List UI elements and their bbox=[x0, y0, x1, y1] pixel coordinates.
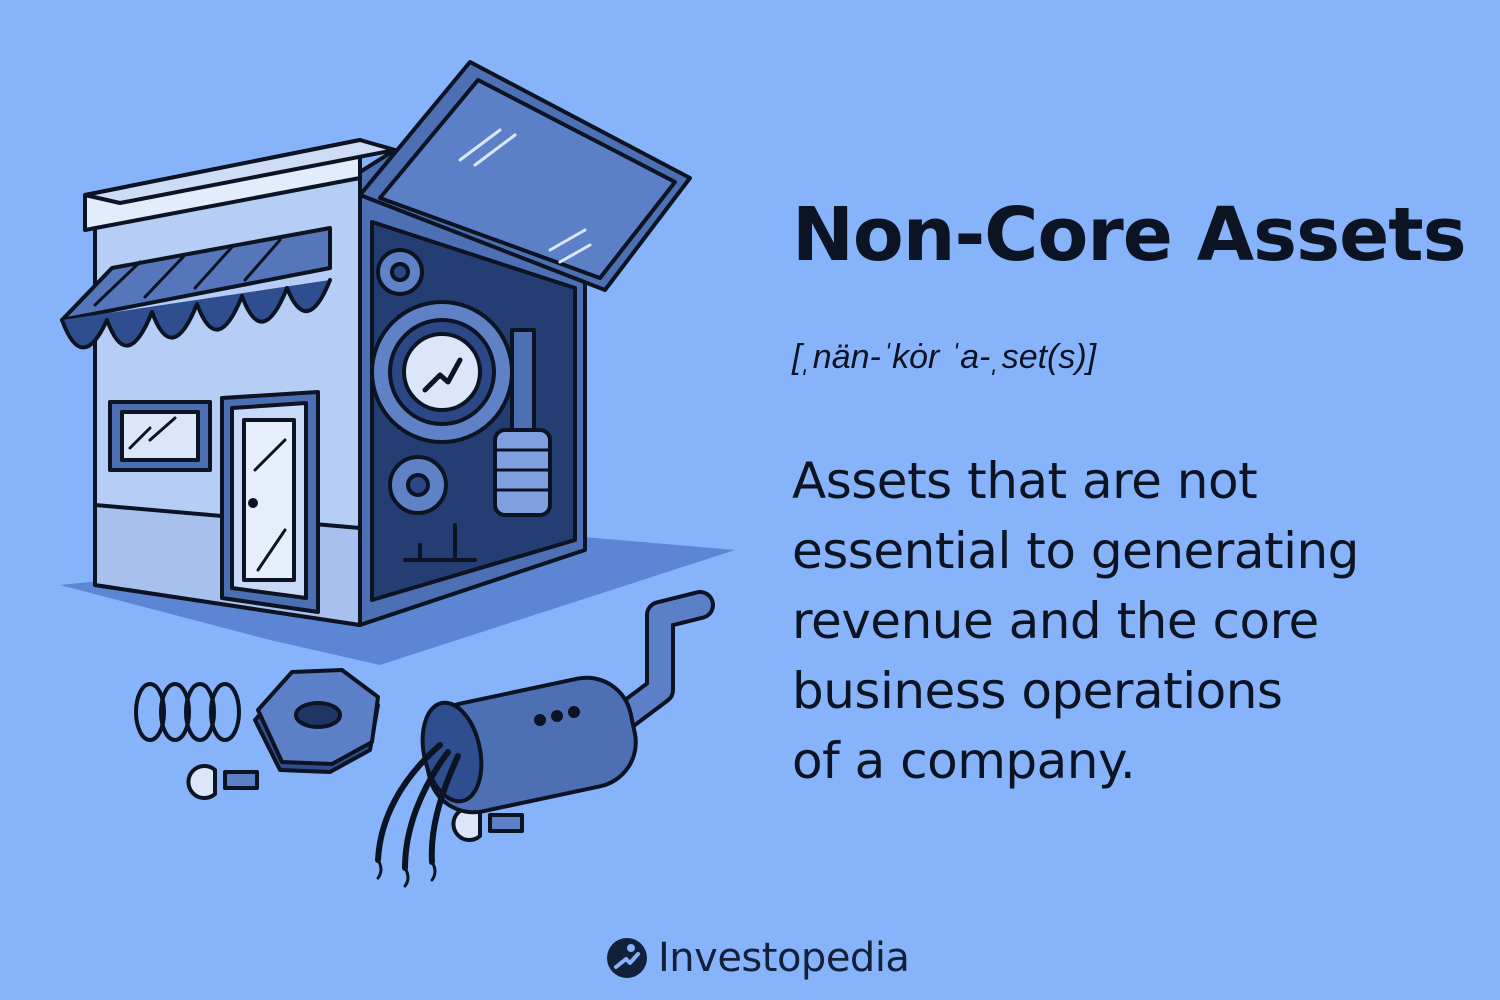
pronunciation: [ˌnän-ˈkȯr ˈa-ˌset(s)] bbox=[792, 338, 1097, 376]
definition-text: Assets that are not essential to generat… bbox=[792, 446, 1432, 796]
brand-name: Investopedia bbox=[658, 935, 910, 981]
investopedia-logo-icon bbox=[607, 938, 647, 978]
definition-line: of a company. bbox=[792, 732, 1136, 790]
definition-line: revenue and the core bbox=[792, 592, 1319, 650]
brand-logo: Investopedia bbox=[606, 930, 910, 986]
definition-line: Assets that are not bbox=[792, 452, 1258, 510]
spring-part bbox=[134, 682, 241, 742]
loose-gear-part bbox=[253, 668, 380, 774]
storefront-machinery-illustration bbox=[60, 60, 735, 888]
definition-line: business operations bbox=[792, 662, 1283, 720]
definition-line: essential to generating bbox=[792, 522, 1359, 580]
page-title: Non-Core Assets bbox=[792, 192, 1467, 278]
